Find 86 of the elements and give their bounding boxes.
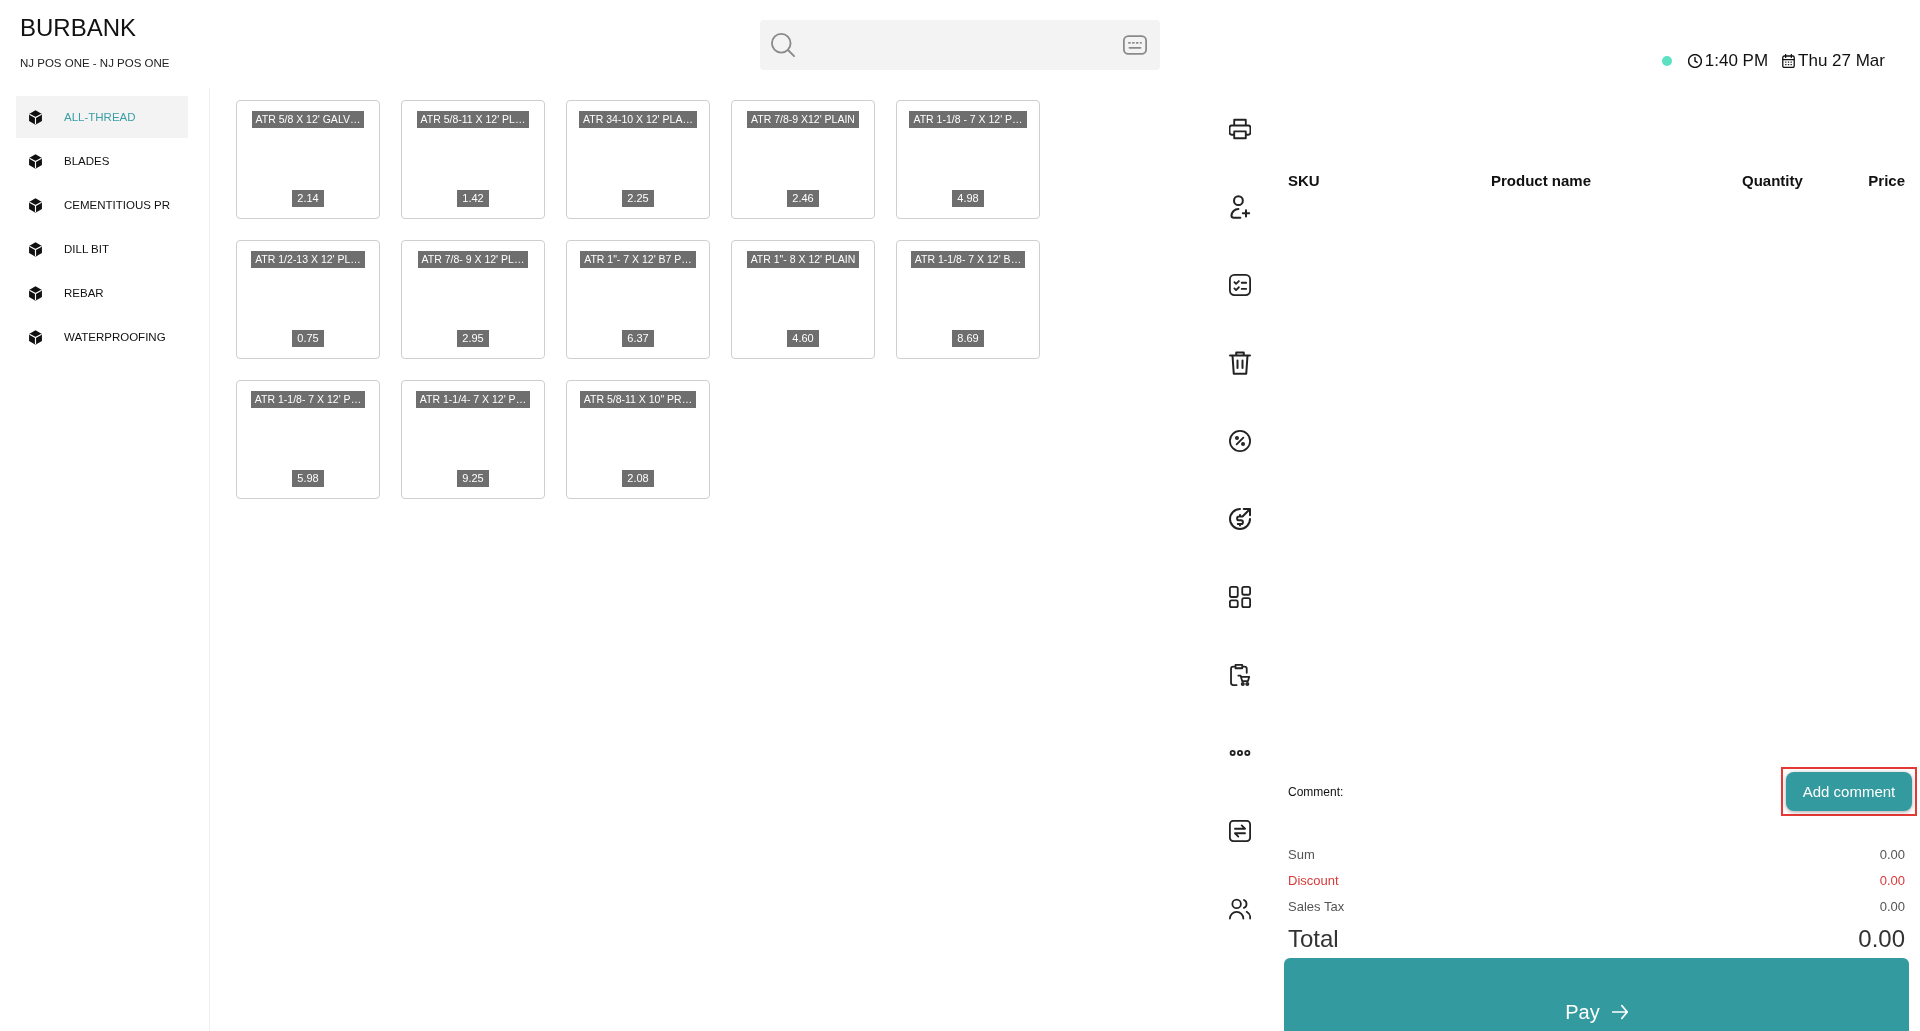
total-label: Total (1288, 925, 1339, 953)
product-name: ATR 7/8- 9 X 12' PL… (417, 251, 529, 268)
product-name: ATR 1"- 8 X 12' PLAIN (746, 251, 860, 268)
product-price: 5.98 (292, 470, 324, 487)
product-name: ATR 5/8-11 X 12' PL… (416, 111, 530, 128)
store-name: BURBANK (20, 13, 137, 43)
calendar-icon (1782, 54, 1796, 68)
user-plus-icon[interactable] (1229, 195, 1251, 219)
product-card[interactable]: ATR 5/8-11 X 10" PR… 2.08 (566, 380, 710, 499)
arrow-right-icon (1611, 1004, 1628, 1020)
summary-label: Sales Tax (1288, 898, 1345, 914)
time-text: 1:40 PM (1704, 50, 1769, 72)
column-header: Product name (1491, 171, 1592, 191)
product-price: 6.37 (622, 330, 654, 347)
product-name: ATR 1-1/8- 7 X 12' P… (250, 391, 366, 408)
product-name: ATR 1-1/8- 7 X 12' B… (910, 251, 1026, 268)
product-card[interactable]: ATR 1-1/8 - 7 X 12' P… 4.98 (896, 100, 1040, 219)
product-card[interactable]: ATR 1-1/8- 7 X 12' P… 5.98 (236, 380, 380, 499)
product-price: 0.75 (292, 330, 324, 347)
product-card[interactable]: ATR 1-1/8- 7 X 12' B… 8.69 (896, 240, 1040, 359)
product-card[interactable]: ATR 5/8-11 X 12' PL… 1.42 (401, 100, 545, 219)
column-header: Price (1868, 171, 1905, 191)
product-card[interactable]: ATR 1"- 8 X 12' PLAIN 4.60 (731, 240, 875, 359)
cube-icon (28, 109, 43, 125)
product-card[interactable]: ATR 7/8- 9 X 12' PL… 2.95 (401, 240, 545, 359)
category-item[interactable]: BLADES (16, 140, 188, 182)
users-icon[interactable] (1229, 897, 1251, 921)
product-card[interactable]: ATR 1/2-13 X 12' PL… 0.75 (236, 240, 380, 359)
product-price: 2.14 (292, 190, 324, 207)
product-price: 2.95 (457, 330, 489, 347)
product-card[interactable]: ATR 7/8-9 X12' PLAIN 2.46 (731, 100, 875, 219)
category-item[interactable]: CEMENTITIOUS PR (16, 184, 188, 226)
summary-value: 0.00 (1879, 872, 1905, 888)
percent-icon[interactable] (1229, 429, 1251, 453)
swap-arrows-icon[interactable] (1229, 819, 1251, 843)
product-price: 2.25 (622, 190, 654, 207)
cube-icon (28, 285, 43, 301)
product-name: ATR 1-1/8 - 7 X 12' P… (909, 111, 1027, 128)
trash-icon[interactable] (1229, 351, 1251, 375)
summary-value: 0.00 (1879, 898, 1905, 914)
product-price: 1.42 (457, 190, 489, 207)
dollar-arrow-icon[interactable] (1229, 507, 1251, 531)
total-value: 0.00 (1858, 925, 1905, 953)
clipboard-cart-icon[interactable] (1229, 663, 1251, 687)
cube-icon (28, 241, 43, 257)
register-name: NJ POS ONE - NJ POS ONE (20, 56, 170, 70)
product-price: 2.46 (787, 190, 819, 207)
product-price: 4.60 (787, 330, 819, 347)
summary-value: 0.00 (1879, 846, 1905, 862)
cube-icon (28, 329, 43, 345)
category-item[interactable]: REBAR (16, 272, 188, 314)
product-name: ATR 1-1/4- 7 X 12' P… (415, 391, 531, 408)
category-item[interactable]: ALL-THREAD (16, 96, 188, 138)
add-comment-button[interactable]: Add comment (1786, 772, 1912, 811)
date-text: Thu 27 Mar (1798, 50, 1885, 72)
cube-icon (28, 197, 43, 213)
product-name: ATR 5/8-11 X 10" PR… (579, 391, 697, 408)
product-name: ATR 1/2-13 X 12' PL… (251, 251, 365, 268)
product-name: ATR 1"- 7 X 12' B7 P… (580, 251, 696, 268)
keyboard-icon[interactable] (1123, 34, 1147, 56)
product-card[interactable]: ATR 1"- 7 X 12' B7 P… 6.37 (566, 240, 710, 359)
clock-icon (1687, 54, 1702, 68)
checklist-icon[interactable] (1229, 273, 1251, 297)
product-price: 9.25 (457, 470, 489, 487)
product-price: 2.08 (622, 470, 654, 487)
category-item[interactable]: DILL BIT (16, 228, 188, 270)
search-field[interactable] (760, 20, 1160, 70)
product-name: ATR 5/8 X 12' GALV… (251, 111, 365, 128)
product-card[interactable]: ATR 5/8 X 12' GALV… 2.14 (236, 100, 380, 219)
category-item[interactable]: WATERPROOFING (16, 316, 188, 358)
product-card[interactable]: ATR 34-10 X 12' PLA… 2.25 (566, 100, 710, 219)
summary-label: Sum (1288, 846, 1315, 862)
product-card[interactable]: ATR 1-1/4- 7 X 12' P… 9.25 (401, 380, 545, 499)
product-name: ATR 7/8-9 X12' PLAIN (747, 111, 859, 128)
comment-label: Comment: (1288, 784, 1344, 799)
search-icon (771, 33, 795, 57)
product-price: 4.98 (952, 190, 984, 207)
pay-button[interactable]: Pay (1284, 958, 1909, 1031)
product-price: 8.69 (952, 330, 984, 347)
column-header: SKU (1288, 171, 1320, 191)
printer-icon[interactable] (1229, 117, 1251, 141)
dashboard-icon[interactable] (1229, 585, 1251, 609)
summary-label: Discount (1288, 872, 1339, 888)
column-header: Quantity (1742, 171, 1803, 191)
cube-icon (28, 153, 43, 169)
product-name: ATR 34-10 X 12' PLA… (579, 111, 697, 128)
